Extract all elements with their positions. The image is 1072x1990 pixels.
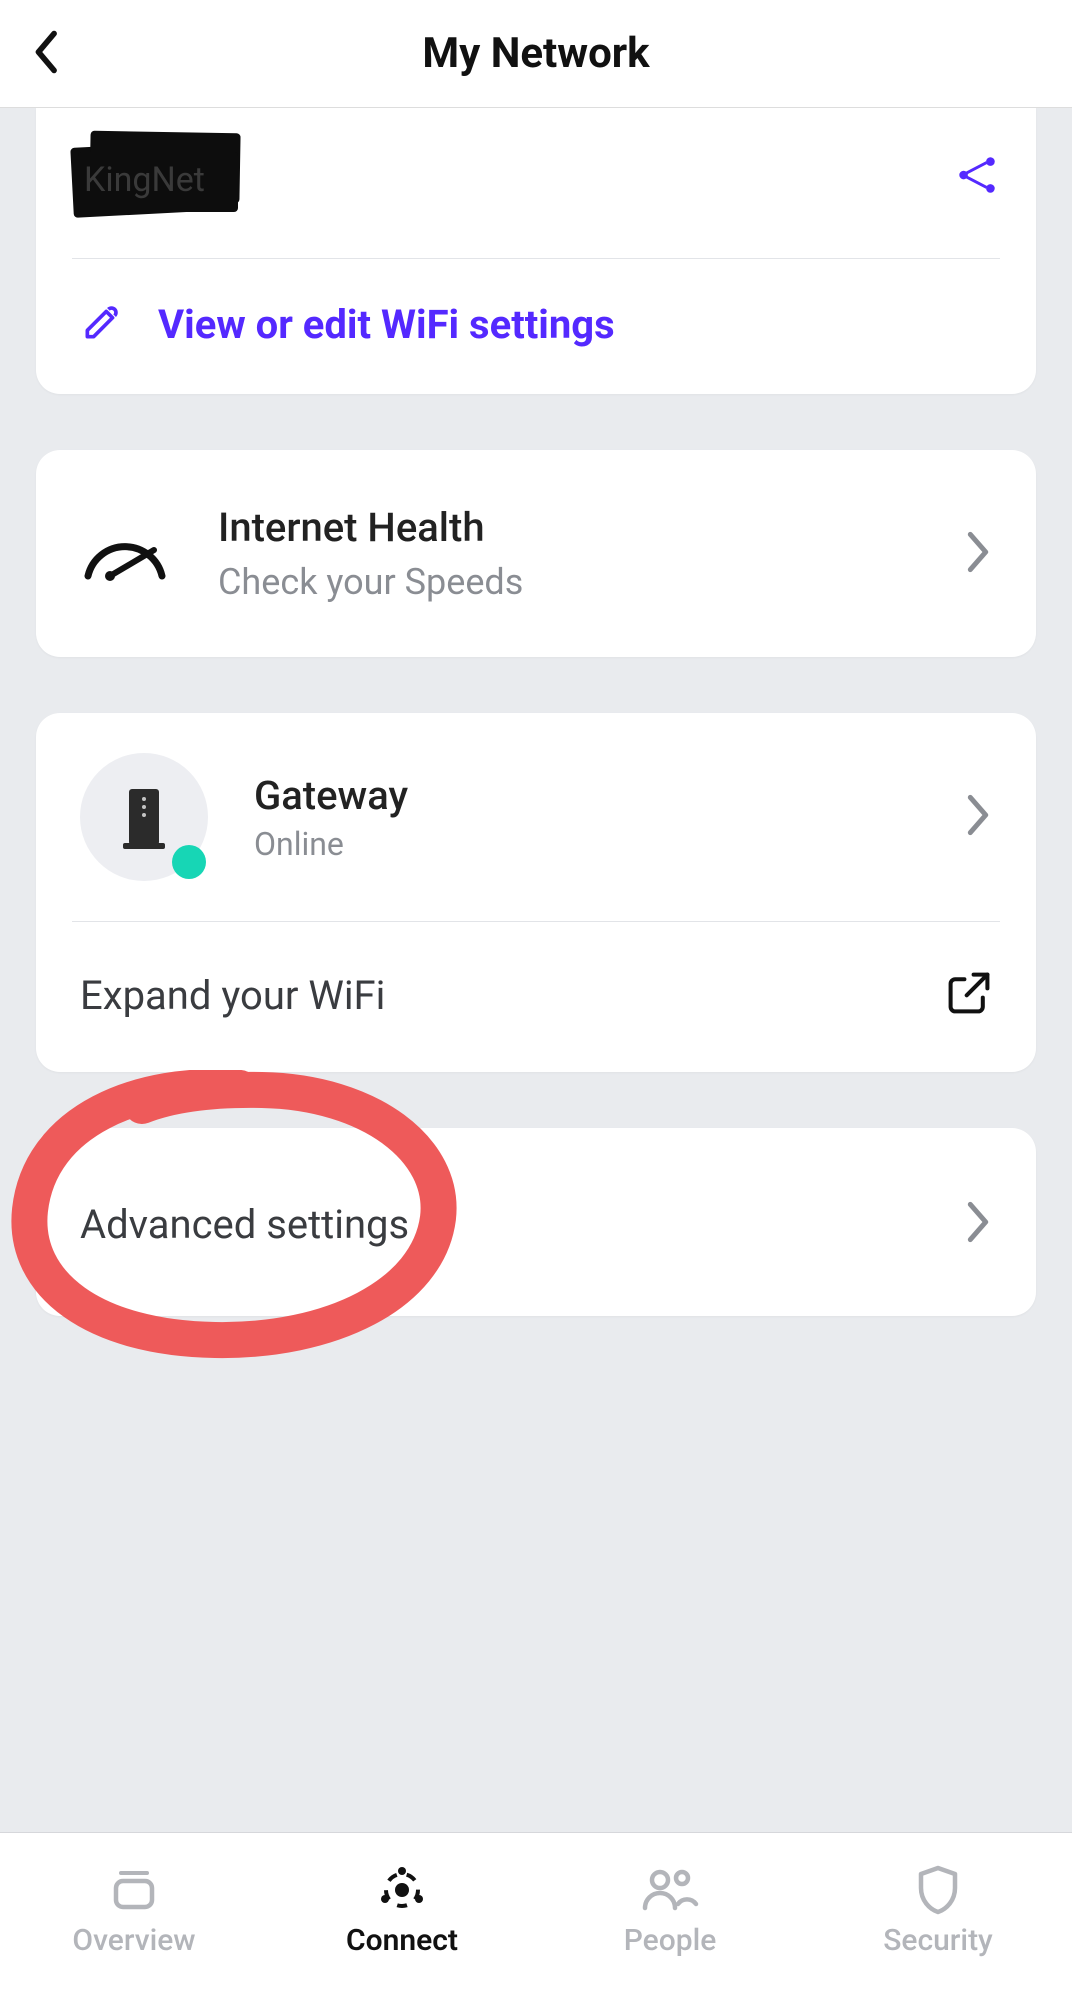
internet-health-card[interactable]: Internet Health Check your Speeds xyxy=(36,450,1036,657)
chevron-right-icon xyxy=(964,793,992,841)
header-bar: My Network xyxy=(0,0,1072,108)
gateway-status: Online xyxy=(254,825,918,863)
chevron-right-icon xyxy=(964,530,992,578)
network-name-redacted: KingNet xyxy=(72,132,242,222)
connect-icon xyxy=(375,1865,429,1915)
gateway-card: Gateway Online Expand your WiFi xyxy=(36,713,1036,1072)
shield-icon xyxy=(915,1865,961,1915)
pencil-icon xyxy=(80,302,122,348)
advanced-settings-row[interactable]: Advanced settings xyxy=(72,1128,1000,1316)
chevron-right-icon xyxy=(964,1200,992,1248)
tab-label: Security xyxy=(883,1923,993,1958)
external-link-icon xyxy=(946,970,992,1020)
internet-health-title: Internet Health xyxy=(218,504,916,551)
wifi-card: KingNet View or edit WiFi settings xyxy=(36,108,1036,394)
gateway-row[interactable]: Gateway Online xyxy=(72,713,1000,922)
tab-label: People xyxy=(624,1923,717,1958)
tab-label: Overview xyxy=(72,1923,195,1958)
people-icon xyxy=(640,1865,700,1915)
share-icon xyxy=(954,152,1000,198)
tab-overview[interactable]: Overview xyxy=(0,1833,268,1990)
speedometer-icon xyxy=(80,524,170,584)
view-edit-wifi-settings[interactable]: View or edit WiFi settings xyxy=(72,259,1000,348)
network-name: KingNet xyxy=(84,160,205,200)
gateway-title: Gateway xyxy=(254,772,918,819)
content-area: KingNet View or edit WiFi settings Inter… xyxy=(0,108,1072,1316)
advanced-settings-card: Advanced settings xyxy=(36,1128,1036,1316)
wifi-network-row: KingNet xyxy=(72,108,1000,259)
wifi-settings-label: View or edit WiFi settings xyxy=(158,301,615,348)
internet-health-text: Internet Health Check your Speeds xyxy=(218,504,916,603)
bottom-tab-bar: Overview Connect People Security xyxy=(0,1832,1072,1990)
tab-connect[interactable]: Connect xyxy=(268,1833,536,1990)
gateway-icon xyxy=(80,753,208,881)
chevron-left-icon xyxy=(30,29,64,75)
tab-label: Connect xyxy=(346,1923,458,1958)
gateway-text: Gateway Online xyxy=(254,772,918,863)
tab-people[interactable]: People xyxy=(536,1833,804,1990)
expand-wifi-label: Expand your WiFi xyxy=(80,972,385,1019)
back-button[interactable] xyxy=(30,29,64,79)
share-button[interactable] xyxy=(954,152,1000,202)
tab-security[interactable]: Security xyxy=(804,1833,1072,1990)
overview-icon xyxy=(107,1865,161,1915)
expand-wifi-row[interactable]: Expand your WiFi xyxy=(72,922,1000,1072)
page-title: My Network xyxy=(422,29,649,78)
online-status-dot xyxy=(172,845,206,879)
internet-health-subtitle: Check your Speeds xyxy=(218,561,916,603)
router-icon xyxy=(129,789,159,845)
advanced-settings-label: Advanced settings xyxy=(80,1201,409,1248)
